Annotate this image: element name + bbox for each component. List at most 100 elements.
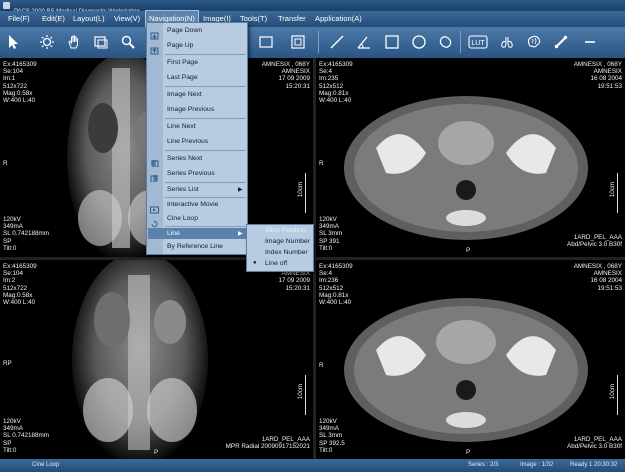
status-mode: Cine Loop — [32, 462, 60, 468]
magnifier-icon[interactable] — [118, 32, 138, 52]
menu-item-series-list[interactable]: Series List — [167, 186, 199, 193]
overlay-bottom-right: 1ARD_PEL_AAA Abd/Pelvic 3.0 B30f — [567, 436, 622, 451]
bone-icon[interactable] — [551, 32, 571, 52]
menu-layout[interactable]: Layout(L) — [73, 11, 105, 27]
orientation-label-bottom: P — [154, 449, 159, 456]
submenu-item-slice-position: Slice Position — [265, 227, 306, 234]
menu-item-line[interactable]: Line — [167, 230, 180, 237]
scale-ruler — [305, 173, 306, 213]
menu-separator — [165, 118, 245, 119]
rectangle-region-icon[interactable] — [256, 32, 276, 52]
submenu-item-index-number[interactable]: Index Number — [265, 249, 308, 256]
overlay-bottom-right: 1ARD_PEL_AAA MPR Radial 20090917152021 — [225, 436, 310, 451]
lut-label: LUT — [471, 40, 485, 47]
overlay-top-right: AMNESIX , 068Y AMNESIX 16 08 2004 19:51:… — [573, 263, 622, 292]
overlay-bottom-left: 120kV 349mA SL 0.742188mm SP Tilt:0 — [3, 216, 49, 252]
orientation-label-bottom: P — [466, 247, 471, 254]
title-bar: PACS 2000 BS Medical Diagnostic Workstat… — [0, 0, 625, 15]
menu-separator — [165, 86, 245, 87]
orientation-label: RP — [3, 360, 12, 367]
menu-item-page-down[interactable]: Page Down — [167, 27, 202, 34]
submenu-arrow-icon: ▶ — [238, 187, 243, 193]
menu-item-image-previous[interactable]: Image Previous — [167, 106, 214, 113]
app-icon — [3, 2, 10, 9]
check-bullet-icon: ● — [253, 260, 257, 266]
submenu-item-image-number[interactable]: Image Number — [265, 238, 310, 245]
navigation-menu: Page Down Page Up First Page Last Page I… — [146, 22, 248, 255]
zoom-window-icon[interactable] — [91, 32, 111, 52]
menu-view[interactable]: View(V) — [114, 11, 140, 27]
overlay-bottom-right: 1ARD_PEL_AAA Abd/Pelvic 3.0 B30f — [567, 234, 622, 249]
menu-item-line-previous[interactable]: Line Previous — [167, 138, 208, 145]
scale-ruler — [617, 173, 618, 213]
menu-item-first-page[interactable]: First Page — [167, 59, 198, 66]
overlay-top-left: Ex:4165309 Se:4 Im:235 512x512 Mag:0.81x… — [319, 61, 353, 105]
menu-item-series-previous[interactable]: Series Previous — [167, 170, 215, 177]
status-ready: Ready 1 20:30:32 — [570, 462, 618, 468]
menu-bar: File(F) Edit(E) Layout(L) View(V) Naviga… — [0, 10, 625, 28]
scale-ruler — [617, 375, 618, 415]
menu-item-interactive-movie[interactable]: Interactive Movie — [167, 201, 218, 208]
menu-application[interactable]: Application(A) — [315, 11, 362, 27]
toolbar: LUT — [0, 27, 625, 59]
menu-separator — [165, 150, 245, 151]
menu-transfer[interactable]: Transfer — [278, 11, 306, 27]
scale-ruler — [305, 375, 306, 415]
series-next-icon — [150, 154, 159, 168]
orientation-label: R — [3, 160, 8, 167]
menu-item-cine-loop[interactable]: Cine Loop — [167, 215, 198, 222]
overlay-top-left: Ex:4165309 Se:104 Im:2 512x722 Mag:0.58x… — [3, 263, 37, 307]
pan-hand-icon[interactable] — [64, 32, 84, 52]
lut-icon[interactable]: LUT — [466, 32, 490, 52]
menu-item-page-up[interactable]: Page Up — [167, 42, 193, 49]
scale-label: 10cm — [297, 383, 305, 400]
line-measure-icon[interactable] — [327, 32, 347, 52]
menu-item-by-reference-line[interactable]: By Reference Line — [167, 243, 223, 250]
lungs-icon[interactable] — [497, 32, 517, 52]
minus-icon[interactable] — [580, 32, 600, 52]
toolbar-separator — [318, 31, 319, 53]
overlay-bottom-left: 120kV 349mA SL 3mm SP 391 Tilt:0 — [319, 216, 343, 252]
series-previous-icon — [150, 169, 159, 183]
menu-highlight — [148, 228, 246, 239]
viewport-3[interactable]: Ex:4165309 Se:104 Im:2 512x722 Mag:0.58x… — [0, 260, 313, 459]
ellipse-roi-icon[interactable] — [409, 32, 429, 52]
status-image: Image : 1/32 — [520, 462, 554, 468]
menu-item-series-next[interactable]: Series Next — [167, 155, 202, 162]
page-down-icon — [150, 27, 159, 40]
angle-measure-icon[interactable] — [354, 32, 374, 52]
freehand-roi-icon[interactable] — [436, 32, 456, 52]
page-up-icon — [150, 42, 159, 55]
rectangle-roi-icon[interactable] — [382, 32, 402, 52]
menu-item-last-page[interactable]: Last Page — [167, 74, 198, 81]
overlay-top-right: AMNESIX , 068Y AMNESIX 17 09 2009 15:20:… — [261, 61, 310, 90]
menu-edit[interactable]: Edit(E) — [42, 11, 65, 27]
overlay-top-left: Ex:4165309 Se:104 Im:1 512x722 Mag:0.58x… — [3, 61, 37, 105]
viewport-2[interactable]: Ex:4165309 Se:4 Im:235 512x512 Mag:0.81x… — [316, 58, 625, 257]
menu-item-line-next[interactable]: Line Next — [167, 123, 196, 130]
menu-separator — [165, 197, 245, 198]
scale-label: 10cm — [609, 181, 617, 198]
submenu-arrow-icon: ▶ — [238, 231, 243, 237]
submenu-item-line-off[interactable]: Line off — [265, 260, 287, 267]
viewport-4[interactable]: Ex:4165309 Se:4 Im:236 512x512 Mag:0.81x… — [316, 260, 625, 459]
menu-separator — [165, 226, 245, 227]
menu-separator — [165, 54, 245, 55]
toolbar-separator — [460, 31, 461, 53]
menu-item-image-next[interactable]: Image Next — [167, 91, 202, 98]
scale-label: 10cm — [297, 181, 305, 198]
brain-icon[interactable] — [524, 32, 544, 52]
rectangle-alt-icon[interactable] — [288, 32, 308, 52]
brightness-icon[interactable] — [37, 32, 57, 52]
status-bar: Cine Loop Series : 2/3 Image : 1/32 Read… — [0, 459, 625, 472]
select-arrow-icon[interactable] — [4, 32, 24, 52]
overlay-bottom-left: 120kV 349mA SL 3mm SP 392.5 Tilt:0 — [319, 418, 345, 454]
overlay-top-left: Ex:4165309 Se:4 Im:236 512x512 Mag:0.81x… — [319, 263, 353, 307]
orientation-label: R — [319, 160, 324, 167]
orientation-label: R — [319, 362, 324, 369]
overlay-bottom-left: 120kV 349mA SL 0.742188mm SP Tilt:0 — [3, 418, 49, 454]
overlay-top-right: AMNESIX , 068Y AMNESIX 16 08 2004 19:51:… — [573, 61, 622, 90]
menu-file[interactable]: File(F) — [8, 11, 30, 27]
menu-separator — [165, 182, 245, 183]
interactive-movie-icon — [150, 201, 159, 214]
